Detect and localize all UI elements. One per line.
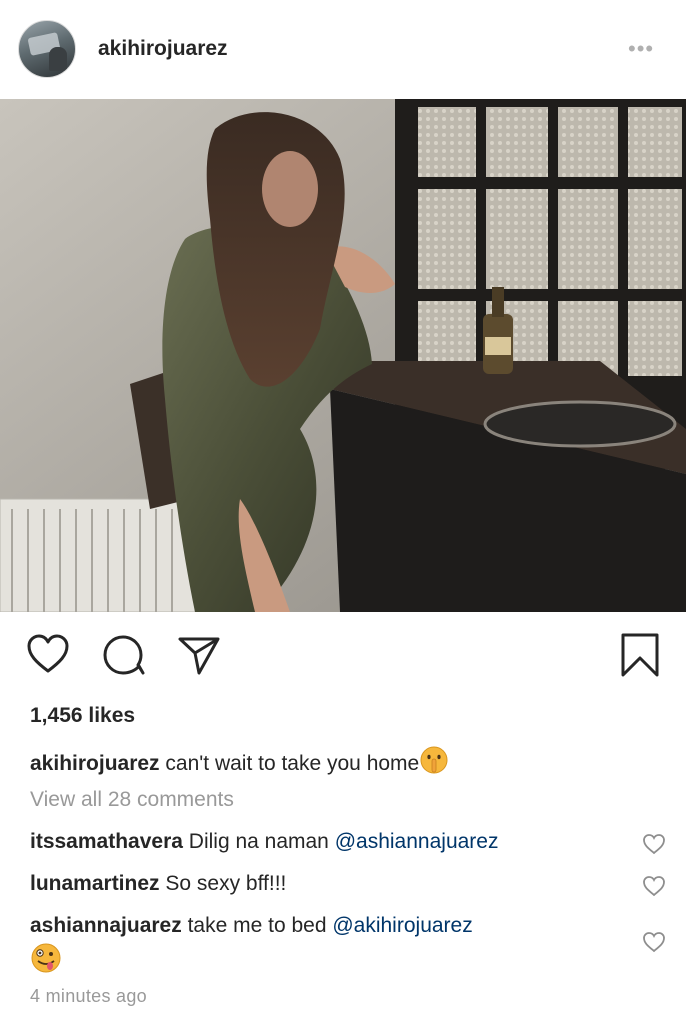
zany-face-emoji-icon (30, 942, 62, 984)
send-icon[interactable] (177, 634, 221, 681)
shushing-face-emoji-icon (419, 745, 449, 781)
caption-username[interactable]: akihirojuarez (30, 752, 160, 775)
comment-text: So sexy bff!!! (165, 872, 287, 895)
comment-username[interactable]: ashiannajuarez (30, 914, 182, 937)
comment-text: Dilig na naman (188, 830, 329, 853)
comment-mention[interactable]: @ashiannajuarez (335, 830, 499, 853)
comment-like-heart-icon[interactable] (642, 931, 666, 958)
comment-like-heart-icon[interactable] (642, 833, 666, 860)
comment-username[interactable]: lunamartinez (30, 872, 160, 895)
post-timestamp: 4 minutes ago (30, 986, 147, 1006)
bookmark-icon[interactable] (620, 632, 660, 683)
post-photo[interactable] (0, 99, 686, 612)
caption: akihirojuarez can't wait to take you hom… (30, 745, 449, 781)
comment-mention[interactable]: @akihirojuarez (332, 914, 472, 937)
more-options-icon[interactable]: ••• (628, 36, 654, 62)
comment-item: itssamathavera Dilig na naman @ashiannaj… (30, 826, 630, 858)
view-all-comments-link[interactable]: View all 28 comments (30, 788, 234, 812)
comment-item: lunamartinez So sexy bff!!! (30, 868, 630, 900)
comment-icon[interactable] (102, 634, 146, 681)
post-header: akihirojuarez ••• (0, 0, 686, 100)
post-username[interactable]: akihirojuarez (98, 37, 228, 61)
comment-like-heart-icon[interactable] (642, 875, 666, 902)
avatar[interactable] (18, 20, 76, 78)
comment-username[interactable]: itssamathavera (30, 830, 183, 853)
comment-item: ashiannajuarez take me to bed @akihiroju… (30, 910, 630, 984)
action-bar (0, 612, 686, 702)
likes-count[interactable]: 1,456 likes (30, 704, 135, 728)
comment-text: take me to bed (187, 914, 327, 937)
heart-icon[interactable] (26, 634, 70, 679)
caption-text: can't wait to take you home (165, 752, 420, 775)
